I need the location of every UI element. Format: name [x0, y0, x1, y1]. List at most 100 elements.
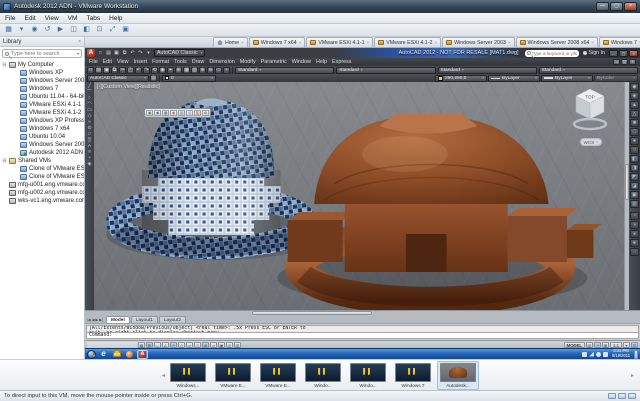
quick-access-icon-button[interactable]: ▾ — [145, 50, 152, 57]
host-toolbar-icon-button[interactable]: ⊡ — [94, 25, 105, 36]
host-menu-item[interactable]: View — [45, 15, 59, 22]
vm-tree-item[interactable]: Windows XP — [0, 69, 84, 77]
mesh-tool-icon-button[interactable]: ◔ — [630, 212, 639, 220]
vm-tab[interactable]: Home × — [213, 37, 248, 47]
vm-tab[interactable]: Windows 7 x64 × — [249, 37, 306, 47]
autocad-toolbar-icon-button[interactable]: ⌖ — [167, 67, 174, 74]
status-toggle-button[interactable]: ≡ — [194, 342, 201, 348]
thumbnail-scroll-left-icon[interactable]: ◂ — [160, 372, 167, 379]
autocad-toolbar-icon-button[interactable]: ▤ — [95, 67, 102, 74]
vm-tab[interactable]: Windows Server 2003 × — [442, 37, 514, 47]
autocad-toolbar-icon-button[interactable]: ⊖ — [207, 67, 214, 74]
layer-dropdown[interactable]: 0 ▾ — [162, 75, 216, 82]
autocad-menu-item[interactable]: Edit — [103, 59, 112, 65]
action-center-icon[interactable] — [603, 352, 608, 357]
mesh-tool-icon-button[interactable]: □ — [630, 128, 639, 136]
autocad-toolbar-icon-button[interactable]: ⧉ — [111, 67, 118, 74]
autocad-menu-item[interactable]: Express — [332, 59, 351, 65]
quick-access-icon-button[interactable]: ▣ — [113, 50, 120, 57]
status-toggle-button[interactable]: ◎ — [226, 342, 233, 348]
quick-access-icon-button[interactable]: □ — [97, 50, 104, 57]
vm-tree-item[interactable]: Windows XP Professional — [0, 117, 84, 125]
tree-twisty-icon[interactable]: ⊟ — [2, 62, 7, 68]
status-toggle-button[interactable]: ▣ — [218, 342, 225, 348]
vm-tree-item[interactable]: Windows Server 2003 — [0, 77, 84, 85]
draw-tool-icon-button[interactable]: ▱ — [88, 132, 92, 137]
draw-tool-icon-button[interactable]: ≈ — [88, 120, 91, 125]
layout-tab-nav-button[interactable]: |◀ — [87, 318, 91, 322]
layout-tab[interactable]: Model — [106, 316, 130, 323]
mesh-tool-icon-button[interactable]: △ — [630, 110, 639, 118]
layout-tab[interactable]: Layout1 — [131, 316, 158, 323]
autocad-logo-icon[interactable]: A — [87, 49, 95, 57]
status-toggle-button[interactable]: ⊕ — [202, 342, 209, 348]
model-space-button[interactable]: MODEL — [564, 342, 586, 348]
viewcube-top-label[interactable]: TOP — [585, 95, 594, 100]
status-toggle-button[interactable]: ⊞ — [146, 342, 153, 348]
mesh-tool-icon-button[interactable]: ◧ — [630, 155, 639, 163]
draw-tool-icon-button[interactable]: ⊙ — [87, 126, 91, 131]
autocad-toolbar-icon-button[interactable]: ◉ — [159, 67, 166, 74]
vm-tree-item[interactable]: Autodesk 2012 ADN — [0, 149, 84, 157]
mesh-tool-icon-button[interactable]: ● — [630, 239, 639, 247]
mini-toolbar-icon-button[interactable]: ▣ — [146, 110, 153, 116]
search-caret-icon[interactable]: ▾ — [77, 51, 79, 56]
vm-tree-item[interactable]: Windows 7 x64 — [0, 125, 84, 133]
host-toolbar-icon-button[interactable]: ⤢ — [107, 25, 118, 36]
host-toolbar-icon-button[interactable]: ▦ — [3, 25, 14, 36]
autocad-menu-item[interactable]: Tools — [174, 59, 187, 65]
draw-tool-icon-button[interactable]: ╱ — [88, 84, 91, 89]
minimize-button[interactable]: — — [596, 2, 609, 11]
scrollbar-thumb[interactable] — [625, 164, 629, 200]
autocad-toolbar-icon-button[interactable]: ↷ — [143, 67, 150, 74]
vm-tree-item[interactable]: mfg-u001.eng.vmware.com — [0, 181, 84, 189]
host-toolbar-icon-button[interactable]: ▶ — [55, 25, 66, 36]
status-toggle-button[interactable]: + — [170, 342, 177, 348]
host-toolbar-icon-button[interactable]: ◉ — [29, 25, 40, 36]
vm-tab-close-icon[interactable]: × — [241, 40, 244, 45]
vm-tree-item[interactable]: Ubuntu 11.04 - 64-bit — [0, 93, 84, 101]
library-close-icon[interactable]: × — [78, 39, 81, 45]
autocad-menu-item[interactable]: File — [89, 59, 98, 65]
host-menu-item[interactable]: Help — [109, 15, 122, 22]
color-dropdown[interactable]: 250,250,0 ▾ — [435, 75, 487, 82]
vm-thumbnail[interactable]: ▌▌ Windows... — [167, 361, 209, 390]
viewport-horizontal-scrollbar[interactable] — [85, 310, 640, 315]
mini-toolbar-icon-button[interactable]: ▥ — [194, 110, 201, 116]
workspaces-toolbar-dropdown[interactable]: AutoCAD Classic ▾ — [87, 75, 149, 82]
quick-access-icon-button[interactable]: ↷ — [137, 50, 144, 57]
model-viewport[interactable]: [-][Custom View][Realistic] ▣◉▦◈▤◎▥◍ TOP — [94, 82, 624, 310]
host-toolbar-icon-button[interactable]: ◫ — [68, 25, 79, 36]
mesh-tool-icon-button[interactable]: ◕ — [630, 230, 639, 238]
mini-toolbar-icon-button[interactable]: ◈ — [170, 110, 177, 116]
vm-thumbnail[interactable]: ▌▌ Autodesk... — [437, 361, 479, 390]
tray-icon[interactable] — [582, 352, 587, 357]
internet-explorer-button[interactable]: e — [98, 350, 109, 359]
host-toolbar-icon-button[interactable]: ◧ — [81, 25, 92, 36]
status-icon-button[interactable]: ▤ — [586, 342, 593, 348]
host-menu-item[interactable]: Edit — [24, 15, 35, 22]
show-desktop-button[interactable] — [634, 350, 638, 359]
status-toggle-button[interactable]: ∠ — [162, 342, 169, 348]
vm-tab-close-icon[interactable]: × — [367, 40, 370, 45]
mesh-tool-icon-button[interactable]: ● — [630, 137, 639, 145]
draw-tool-icon-button[interactable]: ◠ — [87, 102, 91, 107]
mesh-tool-icon-button[interactable]: ▣ — [630, 191, 639, 199]
media-player-button[interactable] — [124, 350, 135, 359]
viewport-label[interactable]: [-][Custom View][Realistic] — [97, 84, 160, 90]
autocad-toolbar-icon-button[interactable]: + — [223, 67, 230, 74]
host-menu-item[interactable]: File — [5, 15, 15, 22]
layout-tab-nav-button[interactable]: ◀ — [92, 318, 95, 322]
host-menu-item[interactable]: VM — [68, 15, 78, 22]
autocad-toolbar-icon-button[interactable]: ▣ — [103, 67, 110, 74]
autocad-toolbar-icon-button[interactable]: ▦ — [183, 67, 190, 74]
draw-tool-icon-button[interactable]: ◈ — [88, 162, 92, 167]
vm-tab-close-icon[interactable]: × — [299, 40, 302, 45]
tree-twisty-icon[interactable]: ⊟ — [2, 158, 7, 164]
display-icon[interactable] — [618, 393, 626, 399]
status-icon-button[interactable]: ▦ — [602, 342, 609, 348]
taskbar-clock[interactable]: 3:21 PM 8/19/2011 — [610, 349, 632, 358]
mini-toolbar-icon-button[interactable]: ▦ — [162, 110, 169, 116]
draw-tool-icon-button[interactable]: ○ — [88, 96, 91, 101]
host-menu-item[interactable]: Tabs — [86, 15, 100, 22]
